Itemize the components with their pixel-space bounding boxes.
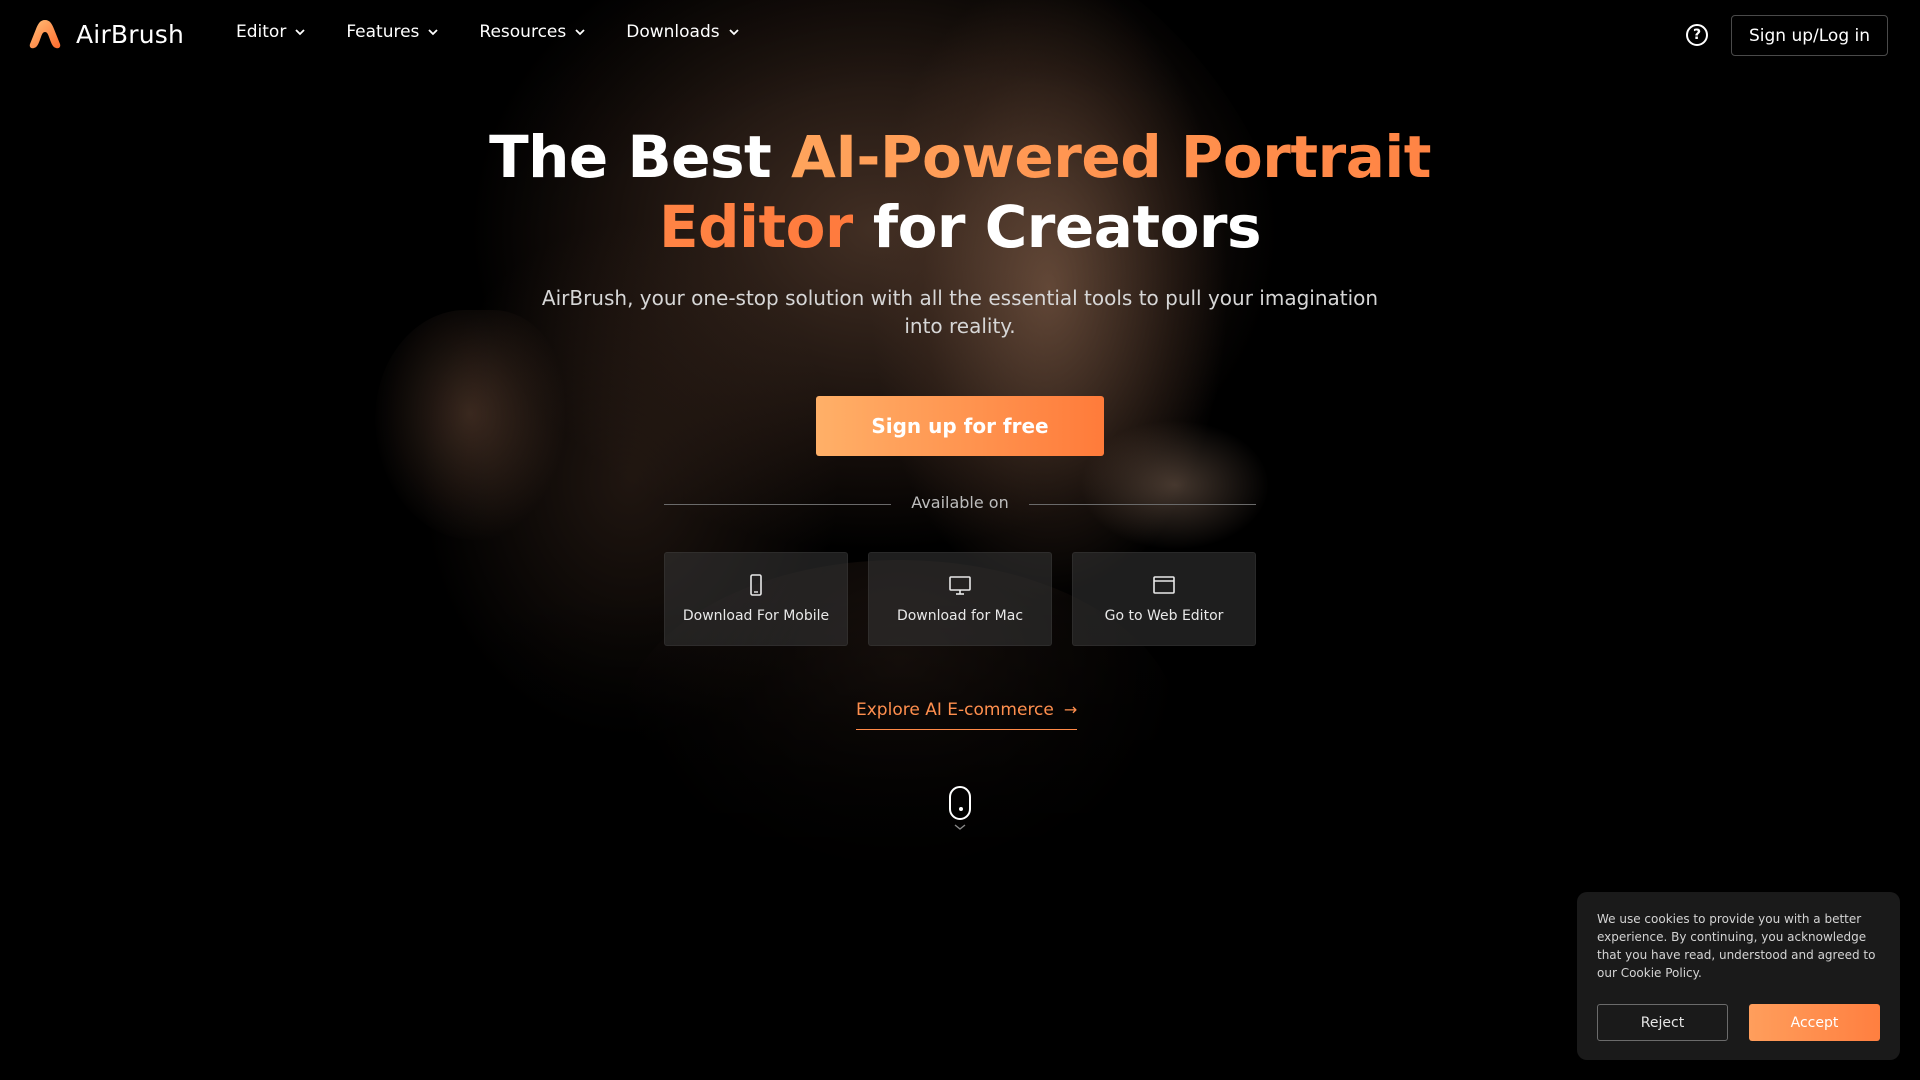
available-on-divider: Available on xyxy=(664,493,1256,517)
web-editor-button[interactable]: Go to Web Editor xyxy=(1072,552,1256,646)
menu-item-label: Downloads xyxy=(626,22,720,42)
menu-item-label: Editor xyxy=(236,22,287,42)
explore-ai-ecommerce-link[interactable]: Explore AI E-commerce → xyxy=(856,700,1078,730)
hero-title: The Best AI-Powered Portrait Editor for … xyxy=(460,122,1460,262)
menu-item-editor[interactable]: Editor xyxy=(236,22,306,42)
explore-link-label: Explore AI E-commerce xyxy=(856,700,1054,720)
menu-item-label: Resources xyxy=(479,22,567,42)
download-option-label: Download For Mobile xyxy=(682,608,830,624)
download-options: Download For Mobile Download for Mac Go … xyxy=(664,552,1256,646)
menu-item-label: Features xyxy=(346,22,420,42)
menu-item-features[interactable]: Features xyxy=(346,22,439,42)
cookie-actions: Reject Accept xyxy=(1597,1004,1880,1041)
hero-title-prefix: The Best xyxy=(489,123,791,191)
download-mac-button[interactable]: Download for Mac xyxy=(868,552,1052,646)
help-circle-icon[interactable]: ? xyxy=(1686,24,1708,46)
download-mobile-button[interactable]: Download For Mobile xyxy=(664,552,848,646)
scroll-mouse-icon xyxy=(949,786,971,820)
smartphone-icon xyxy=(750,574,762,596)
signup-free-button[interactable]: Sign up for free xyxy=(816,396,1104,456)
hero-title-suffix: for Creators xyxy=(853,193,1262,261)
reject-cookies-button[interactable]: Reject xyxy=(1597,1004,1728,1041)
airbrush-logo-icon xyxy=(28,18,62,50)
available-on-label: Available on xyxy=(911,493,1009,512)
brand-name: AirBrush xyxy=(76,19,185,49)
hero-subtitle: AirBrush, your one-stop solution with al… xyxy=(541,286,1379,338)
signup-login-button[interactable]: Sign up/Log in xyxy=(1731,15,1888,56)
chevron-down-icon xyxy=(428,29,439,36)
browser-window-icon xyxy=(1153,576,1175,594)
cookie-consent-banner: We use cookies to provide you with a bet… xyxy=(1577,892,1900,1060)
menu-item-downloads[interactable]: Downloads xyxy=(626,22,739,42)
cookie-notice-text: We use cookies to provide you with a bet… xyxy=(1597,912,1876,980)
chevron-down-icon xyxy=(575,29,585,36)
arrow-right-icon: → xyxy=(1063,700,1078,719)
download-option-label: Go to Web Editor xyxy=(1104,608,1224,624)
brand-logo[interactable]: AirBrush xyxy=(28,18,184,50)
main-menu: Editor Features Resources Downloads xyxy=(236,22,740,42)
divider-line-left xyxy=(664,504,891,505)
accept-cookies-button[interactable]: Accept xyxy=(1749,1004,1880,1041)
download-option-label: Download for Mac xyxy=(896,608,1024,624)
scroll-dot xyxy=(959,807,963,811)
chevron-down-icon xyxy=(728,29,739,36)
chevron-down-icon xyxy=(954,824,966,830)
divider-line-right xyxy=(1029,504,1256,505)
menu-item-resources[interactable]: Resources xyxy=(479,22,586,42)
chevron-down-icon xyxy=(295,29,305,36)
desktop-icon xyxy=(949,576,971,595)
top-navigation: AirBrush Editor Features Resources Downl… xyxy=(0,0,1920,70)
